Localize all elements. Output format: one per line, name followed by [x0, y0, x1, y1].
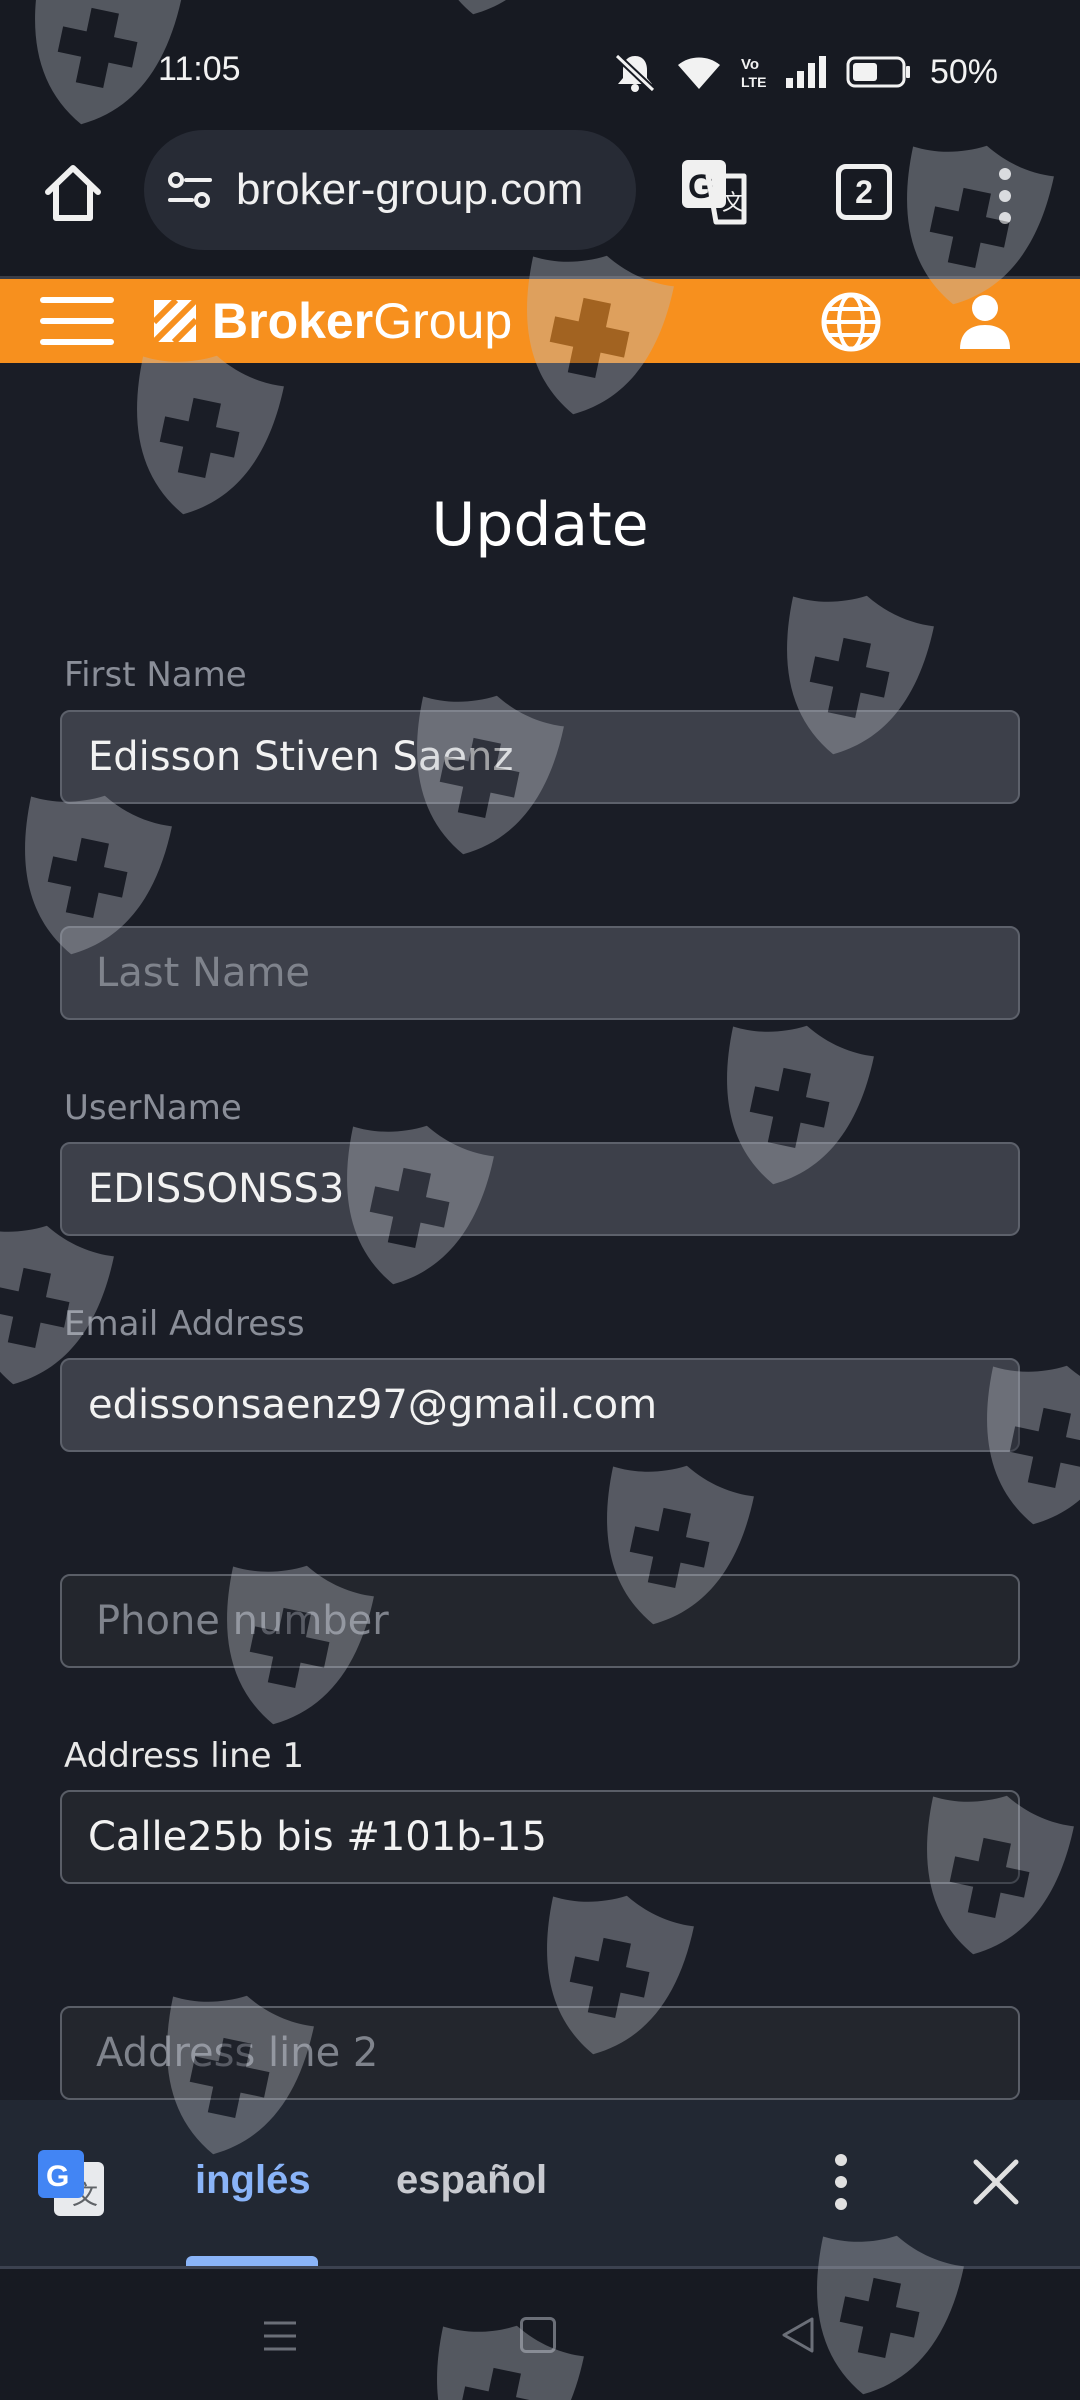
- email-field[interactable]: edissonsaenz97@gmail.com: [60, 1358, 1020, 1452]
- tab-source-language[interactable]: inglés: [195, 2158, 311, 2203]
- tabs-button[interactable]: 2: [836, 164, 892, 220]
- site-header: Broker Group: [0, 279, 1080, 363]
- address2-field[interactable]: Address line 2: [60, 2006, 1020, 2100]
- nav-back-icon[interactable]: [778, 2315, 818, 2355]
- home-icon[interactable]: [38, 158, 108, 228]
- address-bar[interactable]: broker-group.com: [144, 130, 636, 250]
- globe-icon[interactable]: [820, 291, 882, 353]
- first-name-value[interactable]: Edisson Stiven Saenz: [88, 734, 513, 780]
- system-nav-bar: [0, 2269, 1080, 2400]
- first-name-label: First Name: [64, 655, 247, 695]
- svg-text:Vo: Vo: [741, 56, 759, 73]
- logo-mark-icon: [151, 297, 199, 345]
- mute-icon: [614, 53, 656, 92]
- address1-label: Address line 1: [64, 1736, 305, 1776]
- username-value[interactable]: EDISSONSS3: [88, 1166, 344, 1212]
- email-value[interactable]: edissonsaenz97@gmail.com: [88, 1382, 657, 1428]
- tab-target-language[interactable]: español: [396, 2158, 547, 2203]
- signal-icon: [785, 56, 826, 88]
- battery-percent: 50%: [929, 52, 998, 91]
- site-logo[interactable]: Broker Group: [150, 289, 512, 353]
- phone-field[interactable]: Phone number: [60, 1574, 1020, 1668]
- site-settings-icon[interactable]: [166, 170, 216, 210]
- svg-text:文: 文: [722, 191, 744, 216]
- logo-text-bold: Broker: [212, 293, 374, 349]
- email-label: Email Address: [64, 1304, 305, 1344]
- recent-apps-icon[interactable]: [262, 2319, 298, 2353]
- first-name-field[interactable]: Edisson Stiven Saenz: [60, 710, 1020, 804]
- address2-placeholder[interactable]: Address line 2: [88, 2030, 378, 2076]
- more-vert-icon[interactable]: [990, 164, 1020, 228]
- volte-icon: Vo LTE: [741, 56, 766, 90]
- svg-text:LTE: LTE: [741, 74, 766, 90]
- phone-placeholder[interactable]: Phone number: [88, 1598, 389, 1644]
- url-text[interactable]: broker-group.com: [236, 165, 583, 215]
- address1-value[interactable]: Calle25b bis #101b-15: [88, 1814, 547, 1860]
- logo-text-light: Group: [373, 293, 513, 349]
- google-translate-icon: 文 G: [38, 2150, 104, 2216]
- last-name-placeholder[interactable]: Last Name: [88, 950, 310, 996]
- username-label: UserName: [64, 1088, 242, 1128]
- status-time: 11:05: [158, 50, 241, 88]
- battery-icon: [846, 56, 910, 88]
- translate-more-icon[interactable]: [826, 2150, 856, 2214]
- translate-bar: 文 G inglés español: [0, 2100, 1080, 2268]
- nav-home-icon[interactable]: [520, 2317, 556, 2353]
- close-icon[interactable]: [970, 2156, 1022, 2208]
- status-bar: 11:05 Vo LTE 50%: [0, 0, 1080, 130]
- translate-icon[interactable]: G 文: [678, 156, 750, 228]
- last-name-field[interactable]: Last Name: [60, 926, 1020, 1020]
- username-field[interactable]: EDISSONSS3: [60, 1142, 1020, 1236]
- page-title: Update: [431, 490, 649, 560]
- wifi-icon: [677, 57, 720, 89]
- address1-field[interactable]: Calle25b bis #101b-15: [60, 1790, 1020, 1884]
- browser-toolbar: broker-group.com G 文 2: [0, 130, 1080, 276]
- user-account-icon[interactable]: [956, 291, 1014, 351]
- svg-text:G: G: [46, 2160, 69, 2193]
- hamburger-menu-icon[interactable]: [40, 297, 114, 345]
- status-icons: Vo LTE 50%: [612, 48, 998, 96]
